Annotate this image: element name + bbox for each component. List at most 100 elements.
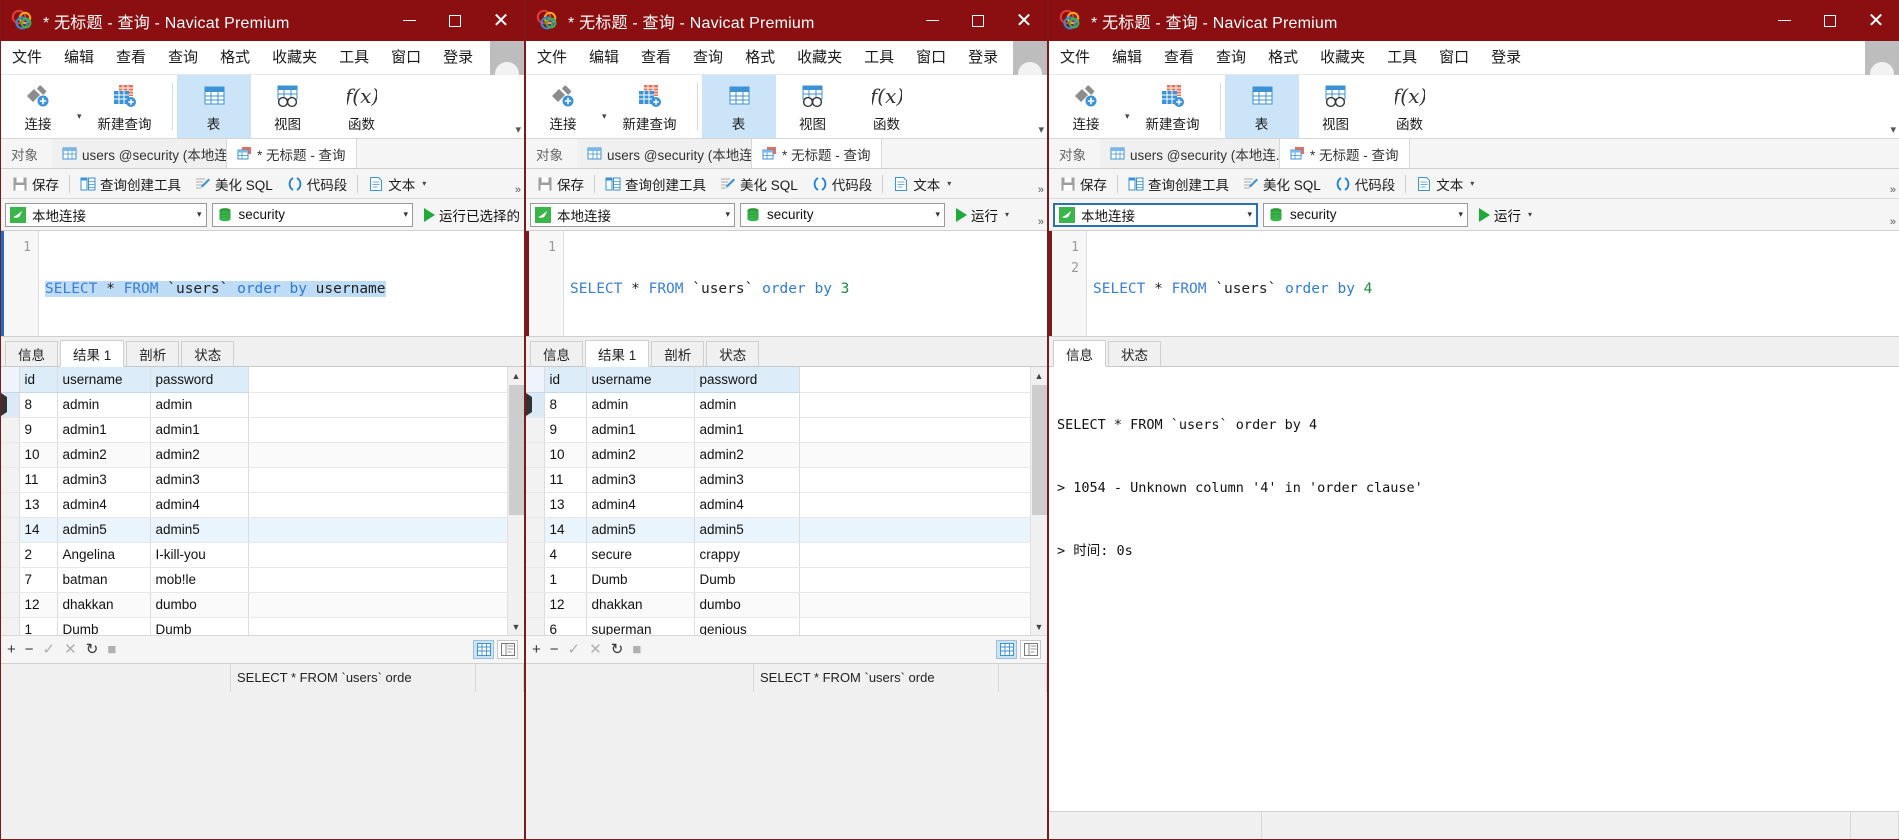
editor-code[interactable]: SELECT * FROM `users` order by 3 [564, 231, 1047, 336]
chevron-down-icon[interactable]: ▾ [1247, 209, 1252, 220]
object-tab-query[interactable]: * 无标题 - 查询 [1280, 139, 1410, 168]
table-row[interactable]: 1 Dumb Dumb [526, 567, 1030, 593]
window-3-message-panel[interactable]: SELECT * FROM `users` order by 4 > 1054 … [1049, 367, 1899, 811]
save-button[interactable]: 保存 [1053, 174, 1114, 194]
object-tab-users-table[interactable]: users @security (本地连... [1100, 139, 1280, 168]
table-row[interactable]: 4 secure crappy [526, 542, 1030, 568]
cell-password[interactable]: admin [694, 392, 800, 418]
column-header-password[interactable]: password [694, 367, 800, 393]
table-row[interactable]: 6 superman genious [526, 617, 1030, 635]
table-row[interactable]: 12 dhakkan dumbo [526, 592, 1030, 618]
menu-tools[interactable]: 工具 [853, 41, 905, 75]
chevron-down-icon[interactable]: ▾ [403, 209, 408, 220]
window-3-sql-editor[interactable]: 1 2 SELECT * FROM `users` order by 4 [1049, 231, 1899, 337]
cell-password[interactable]: admin5 [694, 517, 800, 543]
editor-code[interactable]: SELECT * FROM `users` order by 4 [1087, 231, 1899, 336]
save-button[interactable]: 保存 [530, 174, 591, 194]
menu-query[interactable]: 查询 [682, 41, 734, 75]
window-1-sql-editor[interactable]: 1 SELECT * FROM `users` order by usernam… [1, 231, 524, 337]
menu-login[interactable]: 登录 [1480, 41, 1532, 75]
cell-password[interactable]: dumbo [694, 592, 800, 618]
cell-username[interactable]: secure [586, 542, 695, 568]
menu-tools[interactable]: 工具 [1376, 41, 1428, 75]
cell-username[interactable]: dhakkan [57, 592, 151, 618]
run-button[interactable]: 运行 ▾ [950, 205, 1009, 225]
cell-id[interactable]: 14 [19, 517, 58, 543]
user-avatar[interactable]: » [1013, 40, 1047, 89]
table-row[interactable]: 13 admin4 admin4 [526, 492, 1030, 518]
close-button[interactable]: ✕ [1001, 0, 1047, 41]
menu-view[interactable]: 查看 [630, 41, 682, 75]
column-header-password[interactable]: password [150, 367, 249, 393]
toolbar-connection[interactable]: 连接 [526, 75, 600, 138]
tab-info[interactable]: 信息 [5, 341, 58, 366]
toolbar-overflow-caret[interactable]: ▾ [1038, 123, 1044, 136]
menu-edit[interactable]: 编辑 [578, 41, 630, 75]
cell-username[interactable]: admin4 [57, 492, 151, 518]
table-row[interactable]: 8 admin admin [526, 392, 1030, 418]
cell-id[interactable]: 11 [544, 467, 587, 493]
text-dropdown-caret[interactable]: ▾ [947, 179, 951, 188]
object-tab-objects[interactable]: 对象 [526, 139, 577, 168]
delete-record-button[interactable]: − [550, 642, 559, 657]
cell-password[interactable]: admin1 [150, 417, 249, 443]
scrollbar-thumb[interactable] [509, 385, 524, 515]
window-1-titlebar[interactable]: * 无标题 - 查询 - Navicat Premium ✕ [1, 0, 524, 41]
table-row[interactable]: 14 admin5 admin5 [1, 517, 507, 543]
stop-button[interactable]: ■ [632, 642, 641, 657]
table-row[interactable]: 13 admin4 admin4 [1, 492, 507, 518]
cell-username[interactable]: admin [586, 392, 695, 418]
apply-changes-button[interactable]: ✓ [43, 642, 56, 657]
table-row[interactable]: 12 dhakkan dumbo [1, 592, 507, 618]
scrollbar-thumb[interactable] [1032, 385, 1047, 515]
connection-select[interactable]: 本地连接 ▾ [1053, 202, 1258, 227]
menu-window[interactable]: 窗口 [380, 41, 432, 75]
query-builder-button[interactable]: 查询创建工具 [1121, 174, 1236, 194]
secondary-toolbar-overflow[interactable]: » [515, 184, 521, 196]
database-select[interactable]: security ▾ [1263, 202, 1468, 227]
database-select[interactable]: security ▾ [211, 202, 413, 227]
cell-username[interactable]: Dumb [586, 567, 695, 593]
tab-result-1[interactable]: 结果 1 [585, 340, 650, 367]
cell-username[interactable]: superman [586, 617, 695, 635]
toolbar-new-query[interactable]: 新建查询 [607, 75, 693, 138]
toolbar-overflow-caret[interactable]: ▾ [515, 123, 521, 136]
cell-password[interactable]: admin2 [694, 442, 800, 468]
toolbar-function[interactable]: f(x) 函数 [850, 75, 924, 138]
menu-login[interactable]: 登录 [957, 41, 1009, 75]
menu-edit[interactable]: 编辑 [53, 41, 105, 75]
cell-id[interactable]: 10 [544, 442, 587, 468]
close-button[interactable]: ✕ [478, 0, 524, 41]
menu-window[interactable]: 窗口 [905, 41, 957, 75]
grid-view-button[interactable] [996, 640, 1017, 659]
code-snippet-button[interactable]: 代码段 [280, 174, 355, 194]
cell-id[interactable]: 13 [544, 492, 587, 518]
connection-select[interactable]: 本地连接 ▾ [5, 202, 207, 227]
menu-favorites[interactable]: 收藏夹 [1309, 41, 1376, 75]
toolbar-connection[interactable]: 连接 [1049, 75, 1123, 138]
secondary-toolbar-overflow[interactable]: » [1038, 184, 1044, 196]
cell-id[interactable]: 8 [544, 392, 587, 418]
toolbar-new-query[interactable]: 新建查询 [1130, 75, 1216, 138]
connection-bar-overflow[interactable]: » [1890, 216, 1896, 228]
cell-id[interactable]: 13 [19, 492, 58, 518]
toolbar-view[interactable]: 视图 [1299, 75, 1373, 138]
cell-id[interactable]: 12 [19, 592, 58, 618]
minimize-button[interactable] [909, 0, 955, 41]
scroll-up-icon[interactable]: ▲ [508, 367, 525, 384]
cell-username[interactable]: Angelina [57, 542, 151, 568]
user-avatar[interactable]: » [490, 40, 524, 89]
table-row[interactable]: 10 admin2 admin2 [526, 442, 1030, 468]
cell-username[interactable]: admin4 [586, 492, 695, 518]
run-button[interactable]: 运行已选择的 [418, 205, 520, 225]
menu-file[interactable]: 文件 [1049, 41, 1101, 75]
cell-password[interactable]: admin4 [150, 492, 249, 518]
grid-vertical-scrollbar[interactable]: ▲ ▼ [1030, 367, 1047, 635]
cell-id[interactable]: 10 [19, 442, 58, 468]
menu-view[interactable]: 查看 [1153, 41, 1205, 75]
maximize-button[interactable] [432, 0, 478, 41]
text-dropdown-caret[interactable]: ▾ [422, 179, 426, 188]
maximize-button[interactable] [1807, 0, 1853, 41]
grid-vertical-scrollbar[interactable]: ▲ ▼ [507, 367, 524, 635]
table-row[interactable]: 11 admin3 admin3 [1, 467, 507, 493]
